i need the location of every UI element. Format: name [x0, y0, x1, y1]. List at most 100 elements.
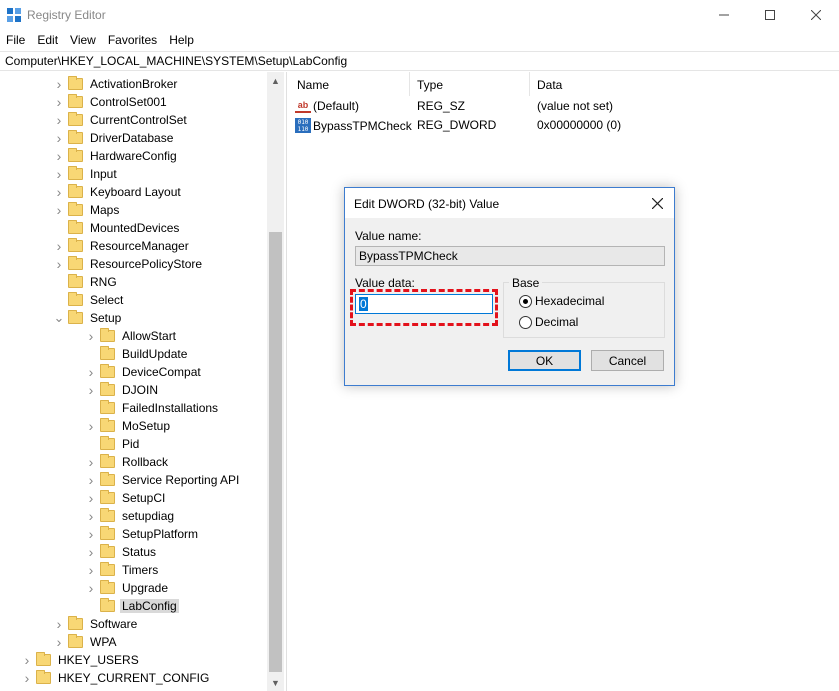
cancel-button[interactable]: Cancel: [591, 350, 664, 371]
folder-icon: [100, 562, 115, 576]
chevron-right-icon[interactable]: ›: [85, 525, 97, 543]
tree-item[interactable]: RNG: [53, 273, 119, 291]
chevron-right-icon[interactable]: ›: [85, 471, 97, 489]
tree-item[interactable]: › Status: [85, 543, 158, 561]
tree-item[interactable]: › DeviceCompat: [85, 363, 203, 381]
tree-item[interactable]: › HardwareConfig: [53, 147, 179, 165]
scrollbar-thumb[interactable]: [269, 232, 282, 672]
tree-item-label: DeviceCompat: [122, 365, 201, 379]
menu-view[interactable]: View: [64, 30, 102, 50]
column-header-data[interactable]: Data: [530, 72, 730, 96]
tree-item[interactable]: › Timers: [85, 561, 160, 579]
tree-item[interactable]: Pid: [85, 435, 141, 453]
folder-icon: [100, 364, 115, 378]
chevron-right-icon[interactable]: ›: [53, 93, 65, 111]
tree-item[interactable]: › ActivationBroker: [53, 75, 179, 93]
title-bar: Registry Editor: [0, 0, 839, 30]
menu-bar: File Edit View Favorites Help: [0, 30, 839, 50]
ok-button[interactable]: OK: [508, 350, 581, 371]
tree-item[interactable]: › DriverDatabase: [53, 129, 175, 147]
chevron-right-icon[interactable]: ›: [53, 147, 65, 165]
tree-item[interactable]: › ControlSet001: [53, 93, 169, 111]
chevron-right-icon[interactable]: ›: [85, 327, 97, 345]
tree-item-label: SetupCI: [122, 491, 166, 505]
chevron-right-icon[interactable]: ›: [85, 507, 97, 525]
tree-item[interactable]: › WPA: [53, 633, 118, 651]
menu-file[interactable]: File: [0, 30, 31, 50]
minimize-button[interactable]: [701, 0, 747, 30]
chevron-right-icon[interactable]: ›: [53, 129, 65, 147]
folder-icon: [100, 400, 115, 414]
tree-item[interactable]: › Keyboard Layout: [53, 183, 183, 201]
tree-item-label: Input: [90, 167, 117, 181]
tree-item[interactable]: ⌄ Setup: [53, 309, 123, 327]
menu-favorites[interactable]: Favorites: [102, 30, 163, 50]
chevron-down-icon[interactable]: ⌄: [53, 309, 65, 327]
list-row-bypasstpmcheck[interactable]: 010 110 BypassTPMCheck REG_DWORD 0x000000…: [290, 116, 839, 135]
address-bar[interactable]: Computer\HKEY_LOCAL_MACHINE\SYSTEM\Setup…: [0, 51, 839, 71]
chevron-right-icon[interactable]: ›: [53, 201, 65, 219]
scroll-up-button[interactable]: ▲: [267, 72, 284, 89]
chevron-right-icon[interactable]: ›: [53, 75, 65, 93]
maximize-button[interactable]: [747, 0, 793, 30]
chevron-right-icon[interactable]: ›: [85, 543, 97, 561]
minimize-icon: [719, 14, 729, 16]
column-header-type[interactable]: Type: [410, 72, 530, 96]
tree-item[interactable]: Select: [53, 291, 125, 309]
tree-item[interactable]: › SetupPlatform: [85, 525, 200, 543]
menu-edit[interactable]: Edit: [31, 30, 64, 50]
chevron-right-icon[interactable]: ›: [53, 615, 65, 633]
tree-item[interactable]: › Software: [53, 615, 139, 633]
chevron-right-icon[interactable]: ›: [85, 381, 97, 399]
tree-item-label: MoSetup: [122, 419, 171, 433]
tree-item[interactable]: › CurrentControlSet: [53, 111, 189, 129]
tree-item[interactable]: › HKEY_USERS: [21, 651, 141, 669]
tree-item[interactable]: › MoSetup: [85, 417, 172, 435]
hexadecimal-radio[interactable]: Hexadecimal: [519, 294, 604, 308]
tree-item[interactable]: › Input: [53, 165, 119, 183]
tree-item[interactable]: › SetupCI: [85, 489, 167, 507]
chevron-right-icon[interactable]: ›: [53, 165, 65, 183]
close-window-button[interactable]: [793, 0, 839, 30]
tree-item[interactable]: › Upgrade: [85, 579, 170, 597]
tree-item[interactable]: MountedDevices: [53, 219, 181, 237]
menu-help[interactable]: Help: [163, 30, 200, 50]
tree-item[interactable]: › setupdiag: [85, 507, 176, 525]
chevron-right-icon[interactable]: ›: [85, 363, 97, 381]
chevron-right-icon[interactable]: ›: [53, 111, 65, 129]
tree-item[interactable]: › DJOIN: [85, 381, 160, 399]
tree-item[interactable]: › Rollback: [85, 453, 170, 471]
chevron-right-icon[interactable]: ›: [53, 255, 65, 273]
chevron-right-icon[interactable]: ›: [85, 453, 97, 471]
tree-item[interactable]: › Service Reporting API: [85, 471, 241, 489]
value-name-field[interactable]: BypassTPMCheck: [355, 246, 665, 266]
tree-item[interactable]: BuildUpdate: [85, 345, 189, 363]
tree-item[interactable]: › ResourceManager: [53, 237, 191, 255]
chevron-right-icon[interactable]: ›: [85, 489, 97, 507]
scroll-down-button[interactable]: ▼: [267, 674, 284, 691]
chevron-right-icon[interactable]: ›: [85, 561, 97, 579]
list-row-default[interactable]: ab (Default) REG_SZ (value not set): [290, 97, 839, 116]
chevron-right-icon[interactable]: ›: [53, 633, 65, 651]
chevron-right-icon[interactable]: ›: [21, 651, 33, 669]
tree-item[interactable]: LabConfig: [85, 597, 179, 615]
column-header-name[interactable]: Name: [290, 72, 410, 96]
chevron-right-icon[interactable]: ›: [85, 579, 97, 597]
dialog-close-button[interactable]: [643, 192, 671, 214]
tree-scrollbar[interactable]: ▲ ▼: [267, 72, 284, 691]
value-type: REG_DWORD: [417, 118, 497, 132]
close-icon: [811, 10, 821, 20]
tree-item[interactable]: › AllowStart: [85, 327, 178, 345]
tree-item[interactable]: FailedInstallations: [85, 399, 220, 417]
tree-item[interactable]: › Maps: [53, 201, 121, 219]
tree-item[interactable]: › HKEY_CURRENT_CONFIG: [21, 669, 211, 687]
tree-item[interactable]: › ResourcePolicyStore: [53, 255, 204, 273]
tree-item-label: MountedDevices: [90, 221, 180, 235]
chevron-right-icon[interactable]: ›: [85, 417, 97, 435]
tree-item-label: Rollback: [122, 455, 169, 469]
chevron-right-icon[interactable]: ›: [21, 669, 33, 687]
chevron-right-icon[interactable]: ›: [53, 237, 65, 255]
chevron-right-icon[interactable]: ›: [53, 183, 65, 201]
decimal-radio[interactable]: Decimal: [519, 315, 578, 329]
